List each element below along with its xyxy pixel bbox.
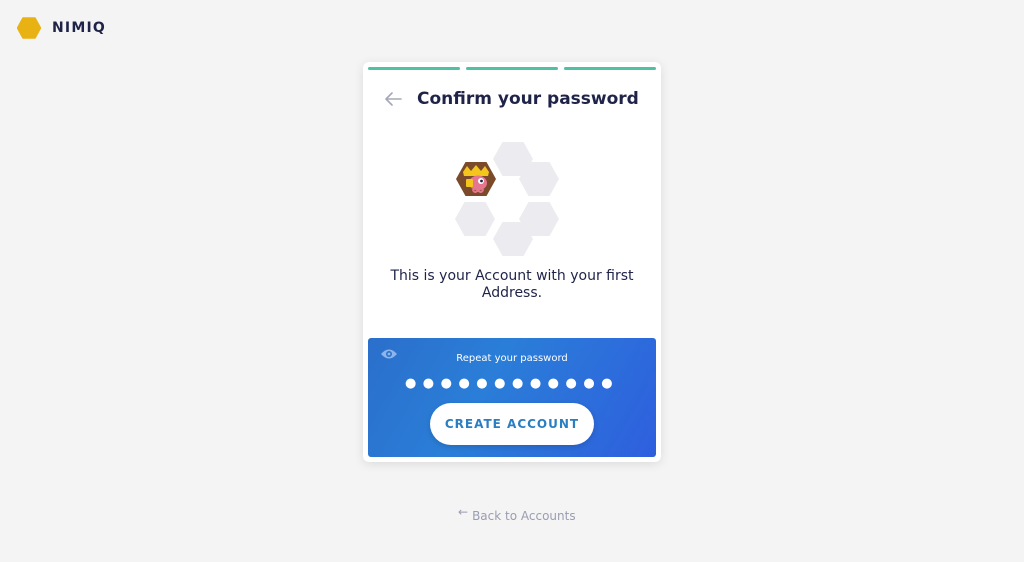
account-identicon (456, 162, 496, 196)
password-panel: Repeat your password ●●●●●●●●●●●● CREATE… (368, 338, 656, 457)
account-info-message: This is your Account with your first Add… (390, 268, 634, 301)
back-to-accounts-link[interactable]: ← Back to Accounts (458, 505, 576, 523)
create-account-button[interactable]: CREATE ACCOUNT (430, 403, 594, 445)
brand-name: NIMIQ (52, 20, 106, 36)
card-header: Confirm your password (383, 89, 639, 109)
identicon-placeholder (455, 202, 495, 236)
progress-step-3 (564, 67, 656, 70)
progress-indicator (368, 67, 656, 70)
progress-step-1 (368, 67, 460, 70)
page-title: Confirm your password (417, 89, 639, 109)
confirm-password-card: Confirm your password This is your Accou… (363, 62, 661, 462)
identicon-group (453, 139, 573, 259)
nimiq-hexagon-icon (17, 17, 41, 39)
progress-step-2 (466, 67, 558, 70)
arrow-left-icon[interactable] (383, 89, 403, 109)
back-to-accounts-label: Back to Accounts (472, 509, 576, 523)
password-input[interactable]: ●●●●●●●●●●●● (368, 377, 656, 390)
nimiq-logo: NIMIQ (17, 17, 106, 39)
password-label: Repeat your password (456, 353, 568, 364)
arrow-left-icon: ← (458, 505, 469, 519)
